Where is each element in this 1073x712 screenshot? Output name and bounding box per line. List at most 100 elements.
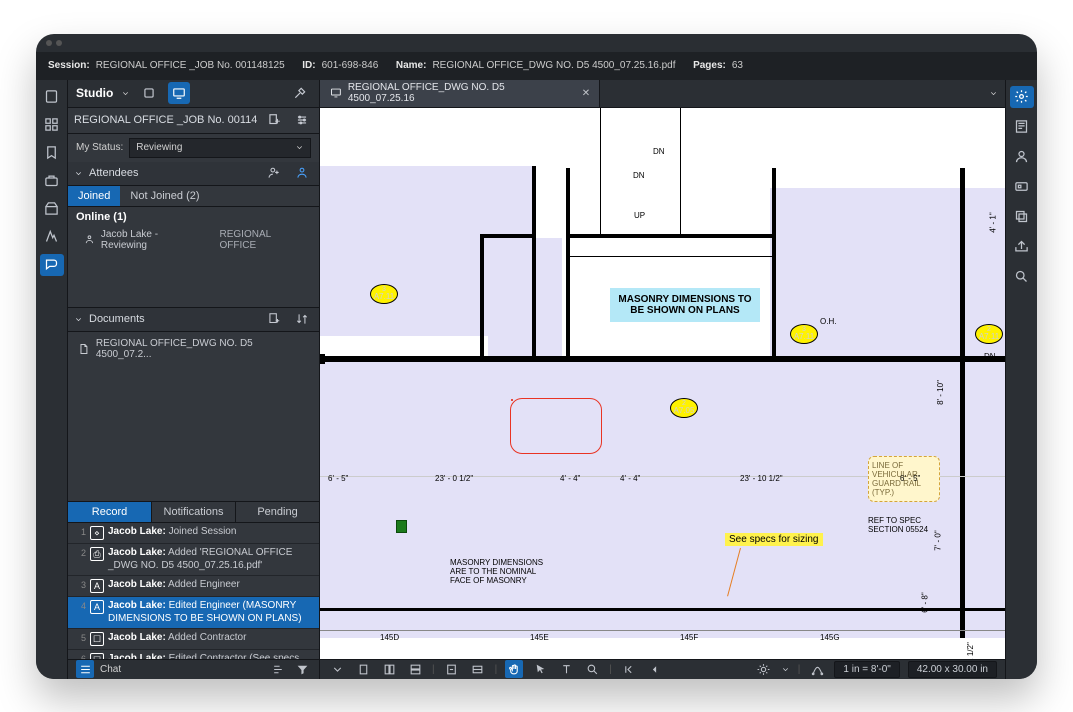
studio-panel-icon[interactable] [40, 254, 64, 276]
tab-overflow-icon[interactable] [981, 80, 1005, 107]
dim-text: 6' - 8" [921, 592, 930, 612]
stair-label: DN [633, 171, 645, 180]
filter-icon[interactable] [293, 660, 311, 678]
tab-notjoined[interactable]: Not Joined (2) [120, 186, 209, 206]
status-label: My Status: [76, 142, 123, 153]
record-row[interactable]: 4AJacob Lake: Edited Engineer (MASONRY D… [68, 597, 319, 629]
one-page-icon[interactable] [354, 660, 372, 678]
callout-a711: 2A7.11 [975, 324, 1003, 344]
record-index: 4 [74, 600, 86, 611]
tab-close-icon[interactable]: ✕ [579, 86, 593, 100]
places-icon[interactable] [1010, 146, 1034, 168]
list-sort-icon[interactable] [269, 660, 287, 678]
bottom-chevron-icon[interactable] [328, 660, 346, 678]
fit-page-icon[interactable] [443, 660, 461, 678]
revision-cloud [510, 398, 602, 454]
brightness-icon[interactable] [755, 660, 773, 678]
callout-a711: 3A7.11 [790, 324, 818, 344]
chevron-down-icon[interactable] [121, 89, 130, 98]
ref-spec-note: REF TO SPECSECTION 05524 [868, 516, 928, 534]
chat-label[interactable]: Chat [100, 664, 121, 675]
document-tab[interactable]: REGIONAL OFFICE_DWG NO. D5 4500_07.25.16… [320, 80, 600, 107]
window-control-dot[interactable] [46, 40, 52, 46]
dim-text: 6' - 5" [900, 474, 920, 483]
record-index: 5 [74, 632, 86, 643]
right-rail [1005, 80, 1037, 679]
left-rail [36, 80, 68, 679]
studio-session-icon[interactable] [168, 82, 190, 104]
tab-notifications[interactable]: Notifications [152, 502, 236, 522]
job-row: REGIONAL OFFICE _JOB No. 001148125 - 601… [68, 108, 319, 134]
online-header: Online (1) [68, 207, 319, 227]
session-docname: REGIONAL OFFICE_DWG NO. D5 4500_07.25.16… [432, 60, 675, 71]
documents-label: Documents [89, 313, 145, 325]
attendees-header[interactable]: Attendees [68, 162, 319, 186]
attendee-menu-icon[interactable] [291, 162, 313, 184]
job-add-icon[interactable] [263, 109, 285, 131]
calibrate-icon[interactable] [808, 660, 826, 678]
record-row[interactable]: 1⋄Jacob Lake: Joined Session [68, 523, 319, 544]
tab-pending[interactable]: Pending [236, 502, 319, 522]
record-index: 1 [74, 526, 86, 537]
floor-plan: MASONRY DIMENSIONS TO BE SHOWN ON PLANS [320, 108, 1005, 659]
pan-tool-icon[interactable] [505, 660, 523, 678]
properties-icon[interactable] [40, 198, 64, 220]
eyedropper-icon[interactable] [289, 82, 311, 104]
studio-panel-header: Studio [68, 80, 319, 108]
session-label: Session: [48, 60, 90, 71]
sets-icon[interactable] [1010, 206, 1034, 228]
tab-joined[interactable]: Joined [68, 186, 120, 206]
dim-text: 6' - 5" [328, 474, 348, 483]
links-icon[interactable] [1010, 176, 1034, 198]
select-tool-icon[interactable] [531, 660, 549, 678]
document-viewport[interactable]: MASONRY DIMENSIONS TO BE SHOWN ON PLANS [320, 108, 1005, 659]
monitor-icon [330, 87, 342, 99]
record-row[interactable]: 2⎙Jacob Lake: Added 'REGIONAL OFFICE _DW… [68, 544, 319, 576]
zoom-tool-icon[interactable] [583, 660, 601, 678]
record-type-icon: A [90, 600, 104, 614]
person-icon [84, 234, 95, 245]
document-tabs: REGIONAL OFFICE_DWG NO. D5 4500_07.25.16… [320, 80, 1005, 108]
record-type-icon: ⎙ [90, 547, 104, 561]
layers-output-icon[interactable] [1010, 236, 1034, 258]
chevron-down-icon[interactable] [781, 665, 790, 674]
record-row[interactable]: 6☐Jacob Lake: Edited Contractor (See spe… [68, 650, 319, 659]
record-row[interactable]: 3AJacob Lake: Added Engineer [68, 576, 319, 597]
status-select[interactable]: Reviewing [129, 138, 311, 158]
split-vert-icon[interactable] [380, 660, 398, 678]
document-area: REGIONAL OFFICE_DWG NO. D5 4500_07.25.16… [320, 80, 1005, 659]
documents-header[interactable]: Documents [68, 308, 319, 332]
forms-icon[interactable] [1010, 116, 1034, 138]
bookmarks-icon[interactable] [40, 142, 64, 164]
record-row[interactable]: 5☐Jacob Lake: Added Contractor [68, 629, 319, 650]
document-item[interactable]: REGIONAL OFFICE_DWG NO. D5 4500_07.2... [68, 332, 319, 366]
thumbnails-icon[interactable] [40, 114, 64, 136]
scale-readout[interactable]: 1 in = 8'-0" [834, 661, 899, 678]
prev-page-icon[interactable] [646, 660, 664, 678]
session-bar: Session: REGIONAL OFFICE _JOB No. 001148… [36, 52, 1037, 80]
sticky-note-icon[interactable] [396, 520, 407, 533]
split-horiz-icon[interactable] [406, 660, 424, 678]
sort-documents-icon[interactable] [291, 308, 313, 330]
select-text-icon[interactable] [557, 660, 575, 678]
record-text: Jacob Lake: Added Contractor [108, 632, 313, 645]
fit-width-icon[interactable] [469, 660, 487, 678]
file-access-icon[interactable] [40, 86, 64, 108]
window-controls [36, 34, 68, 52]
invite-attendee-icon[interactable] [263, 162, 285, 184]
window-control-dot[interactable] [56, 40, 62, 46]
tab-record[interactable]: Record [68, 502, 152, 522]
dim-text: 7' - 0" [934, 530, 943, 550]
first-page-icon[interactable] [620, 660, 638, 678]
studio-home-icon[interactable] [138, 82, 160, 104]
markups-list-icon[interactable] [76, 660, 94, 678]
record-index: 3 [74, 579, 86, 590]
search-panel-icon[interactable] [40, 226, 64, 248]
add-document-icon[interactable] [263, 308, 285, 330]
attendee-row[interactable]: Jacob Lake - Reviewing REGIONAL OFFICE [68, 227, 319, 257]
settings-gear-icon[interactable] [1010, 86, 1034, 108]
search-icon[interactable] [1010, 266, 1034, 288]
job-settings-icon[interactable] [291, 109, 313, 131]
toolchest-icon[interactable] [40, 170, 64, 192]
dim-text: 4' - 4" [560, 474, 580, 483]
